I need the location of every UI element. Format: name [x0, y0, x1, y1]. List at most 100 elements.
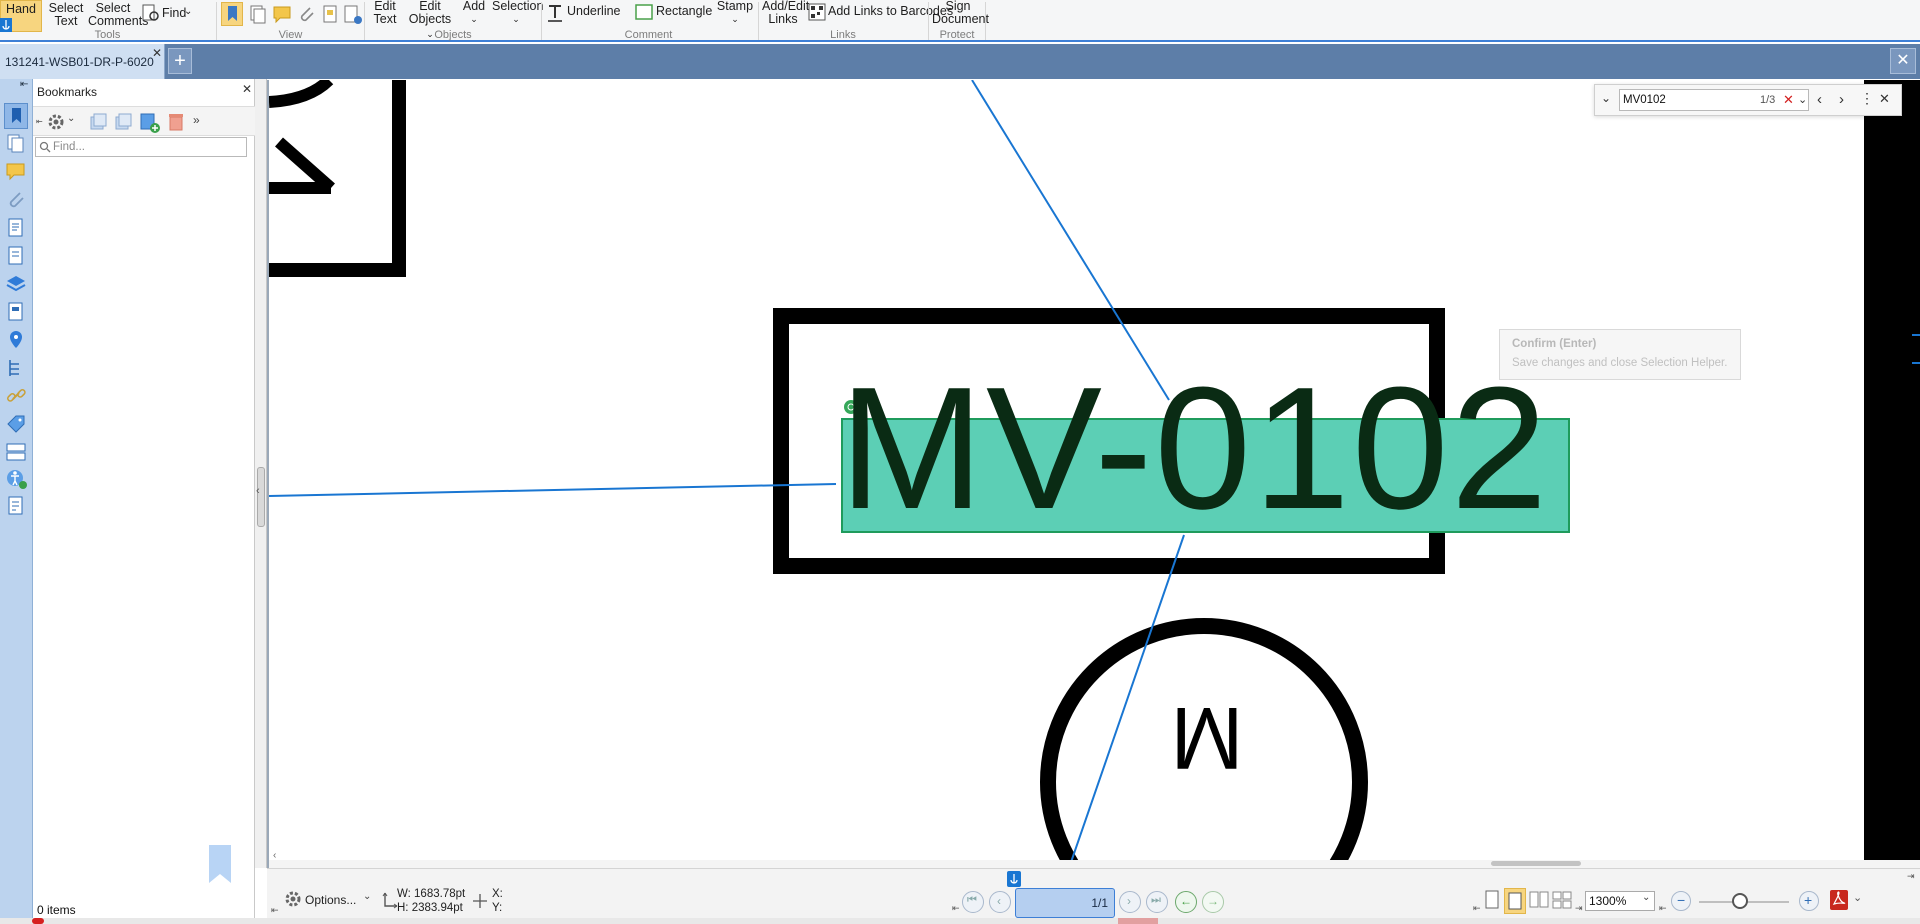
collapse-zoom-icon[interactable]: ⇤	[1659, 903, 1667, 914]
previous-page-button[interactable]: ‹	[989, 891, 1011, 913]
horizontal-scroll-thumb[interactable]	[1491, 861, 1581, 866]
zoom-slider-thumb[interactable]	[1732, 893, 1748, 909]
stamp-button[interactable]: Stamp ⌄	[716, 0, 754, 32]
collapse-statusbar-icon[interactable]: ⇤	[271, 905, 279, 916]
collapse-panel-icon[interactable]: ‹	[256, 485, 260, 497]
add-bookmark-icon[interactable]	[139, 112, 161, 134]
new-tab-button[interactable]: +	[168, 48, 192, 74]
group-label-protect: Protect	[939, 29, 975, 41]
chevron-down-icon[interactable]: ⌄	[67, 113, 75, 124]
search-input[interactable]: MV0102 1/3 ✕ ⌄	[1619, 89, 1809, 111]
sign-document-button[interactable]: Sign Document	[932, 0, 989, 32]
edit-text-button[interactable]: Edit Text	[370, 0, 400, 32]
layers-icon[interactable]	[5, 273, 27, 295]
previous-page-icon: ‹	[997, 894, 1001, 908]
select-comments-button[interactable]: Select Comments	[88, 0, 148, 32]
find-button[interactable]: Find ⌄	[140, 0, 196, 32]
close-search-icon[interactable]: ✕	[1879, 91, 1890, 107]
first-page-button[interactable]: ⏮	[962, 891, 984, 913]
splitter-grip[interactable]	[257, 467, 265, 527]
tag-icon[interactable]	[5, 413, 27, 435]
tooltip-text: Save changes and close Selection Helper.	[1512, 357, 1728, 369]
attachment-icon[interactable]	[5, 189, 27, 211]
dimensions-icon	[382, 892, 398, 909]
facing-pages-icon[interactable]	[1529, 889, 1549, 911]
horizontal-scrollbar[interactable]	[269, 860, 1920, 868]
underline-label: Underline	[567, 4, 621, 18]
zoom-select[interactable]: 1300% ⌄	[1585, 891, 1655, 911]
compare-icon[interactable]	[5, 441, 27, 463]
tab-document[interactable]: 131241-WSB01-DR-P-6020 ✕	[0, 44, 165, 79]
collapse-strip-icon[interactable]: ⇤	[20, 79, 28, 90]
panel-splitter[interactable]: ‹	[255, 79, 267, 868]
previous-match-icon[interactable]: ‹	[1817, 91, 1822, 108]
zoom-out-button[interactable]: −	[1671, 891, 1691, 911]
structure-tree-icon[interactable]	[5, 357, 27, 379]
page-number-field[interactable]: 1/1	[1015, 888, 1115, 918]
bookmarks-strip-button[interactable]	[4, 103, 28, 129]
more-options-icon[interactable]: »	[193, 113, 200, 127]
chevron-down-icon[interactable]: ⌄	[1601, 91, 1611, 105]
zoom-in-button[interactable]: +	[1799, 891, 1819, 911]
page-settings-icon[interactable]	[342, 4, 364, 26]
expand-bookmarks-icon[interactable]	[88, 112, 108, 132]
gear-icon[interactable]	[45, 111, 67, 133]
collapse-nav-icon[interactable]: ⇤	[952, 903, 960, 914]
close-tab-icon[interactable]: ✕	[152, 46, 162, 60]
more-options-icon[interactable]: ⋮	[1860, 90, 1874, 107]
bookmark-view-button[interactable]	[221, 2, 243, 26]
selection-button[interactable]: Selection ⌄	[492, 0, 543, 32]
tag-label-text: MV-0102	[839, 350, 1550, 545]
add-button[interactable]: Add ⌄	[460, 0, 488, 32]
pages-icon[interactable]	[5, 133, 27, 155]
attachment-icon[interactable]	[296, 4, 316, 24]
layers-page-icon[interactable]	[320, 4, 340, 24]
search-match-count: 1/3	[1760, 94, 1776, 106]
last-page-button[interactable]: ⏭	[1146, 891, 1168, 913]
select-text-button[interactable]: Select Text	[46, 0, 86, 32]
comments-icon[interactable]	[272, 4, 292, 24]
delete-bookmark-icon[interactable]	[166, 112, 186, 132]
group-label-view: View	[278, 29, 303, 41]
comments-icon[interactable]	[5, 161, 27, 183]
chevron-down-icon[interactable]: ⌄	[1798, 93, 1807, 106]
pages-icon[interactable]	[248, 4, 268, 24]
chevron-down-icon[interactable]: ⌄	[1853, 891, 1862, 904]
page-number: 1/1	[1091, 896, 1108, 910]
clear-search-icon[interactable]: ✕	[1783, 92, 1794, 108]
collapse-toolbar-icon[interactable]: ⇤	[36, 117, 43, 126]
go-forward-button[interactable]: →	[1202, 891, 1224, 913]
record-indicator	[32, 918, 44, 924]
expand-statusbar-icon[interactable]: ⇥	[1907, 871, 1915, 882]
bookmarks-find-field[interactable]: Find...	[35, 137, 247, 157]
collapse-view-icon[interactable]: ⇤	[1473, 903, 1481, 914]
gear-icon[interactable]	[283, 889, 303, 909]
scroll-left-icon[interactable]: ‹	[273, 850, 276, 861]
back-arrow-icon: ←	[1180, 894, 1192, 908]
options-dropdown[interactable]: Options... ⌄	[305, 891, 375, 911]
document-view[interactable]: MV-0102 M ⌄ MV0102 1/3 ✕ ⌄ ‹ › ⋮ ✕ Confi…	[267, 80, 1920, 868]
next-page-button[interactable]: ›	[1119, 891, 1141, 913]
location-pin-icon[interactable]	[5, 329, 27, 351]
accessibility-icon[interactable]	[5, 467, 29, 491]
add-edit-links-button[interactable]: Add/Edit Links	[762, 0, 809, 32]
edit-objects-button[interactable]: Edit Objects ⌄	[404, 0, 456, 39]
single-page-icon[interactable]	[1483, 889, 1501, 911]
pdf-icon[interactable]	[1829, 889, 1849, 911]
page-list-icon[interactable]	[5, 245, 27, 267]
next-match-icon[interactable]: ›	[1839, 91, 1844, 108]
go-back-button[interactable]: ←	[1175, 891, 1197, 913]
continuous-page-button[interactable]	[1504, 888, 1526, 914]
close-panel-icon[interactable]: ✕	[242, 82, 252, 96]
link-icon[interactable]	[5, 385, 27, 407]
document-properties-icon[interactable]	[5, 217, 27, 239]
close-document-icon[interactable]: ✕	[1890, 48, 1916, 74]
collapse-bookmarks-icon[interactable]	[113, 112, 133, 132]
form-fields-icon[interactable]	[5, 495, 27, 517]
underline-button[interactable]: Underline	[546, 0, 621, 32]
add-links-barcodes-button[interactable]: Add Links to Barcodes	[806, 0, 953, 32]
content-icon[interactable]	[5, 301, 27, 323]
rectangle-button[interactable]: Rectangle	[634, 0, 712, 32]
expand-view-icon[interactable]: ⇥	[1575, 903, 1583, 914]
continuous-facing-icon[interactable]	[1552, 889, 1572, 911]
